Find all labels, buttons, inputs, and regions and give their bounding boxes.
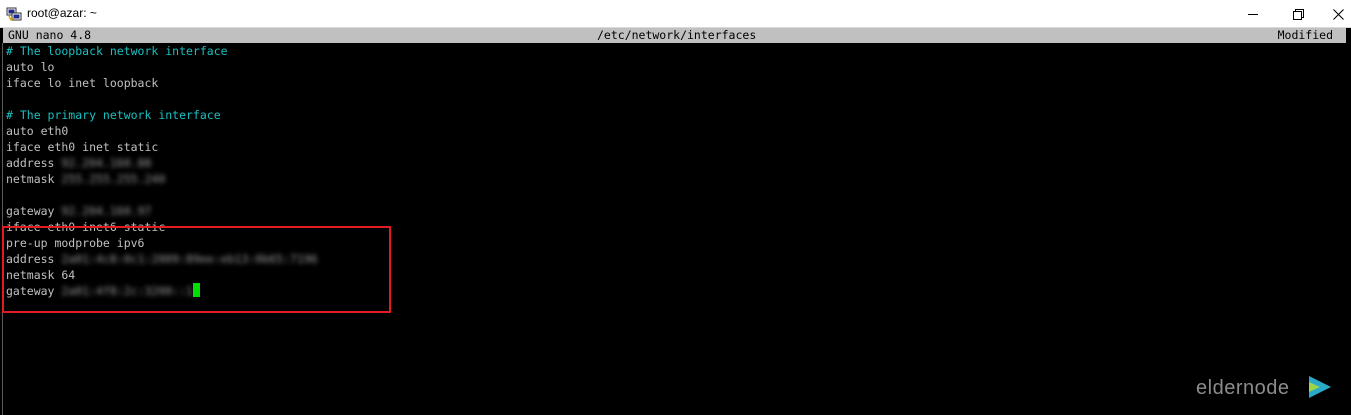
ipv6-highlight-box xyxy=(2,226,391,313)
title-bar[interactable]: root@azar: ~ xyxy=(0,0,1351,28)
config-key: netmask xyxy=(6,172,55,186)
line-text: iface eth0 inet static xyxy=(6,140,159,154)
line-text: iface lo inet loopback xyxy=(6,76,159,90)
window-title: root@azar: ~ xyxy=(27,6,97,20)
editor-line[interactable]: iface eth0 inet static xyxy=(6,139,158,155)
terminal-window: root@azar: ~ GNU nano 4.8 /etc/network/i… xyxy=(0,0,1351,415)
nano-header-bar: GNU nano 4.8 /etc/network/interfaces Mod… xyxy=(3,28,1346,43)
config-key: gateway xyxy=(6,204,55,218)
eldernode-watermark: eldernode xyxy=(1196,373,1336,405)
nano-status: Modified xyxy=(1277,28,1333,42)
config-key: address xyxy=(6,156,55,170)
editor-line[interactable]: auto lo xyxy=(6,59,54,75)
editor-line[interactable]: # The loopback network interface xyxy=(6,43,228,59)
redacted-value: 92.204.160.97 xyxy=(61,204,152,218)
terminal-screen[interactable]: GNU nano 4.8 /etc/network/interfaces Mod… xyxy=(0,28,1351,415)
nano-version: GNU nano 4.8 xyxy=(8,28,92,42)
editor-line[interactable]: gateway 92.204.160.97 xyxy=(6,203,151,219)
line-text: auto lo xyxy=(6,60,55,74)
comment-text: # The loopback network interface xyxy=(6,44,228,58)
restore-button[interactable] xyxy=(1276,0,1320,28)
close-icon xyxy=(1332,8,1344,20)
editor-line[interactable]: auto eth0 xyxy=(6,123,68,139)
editor-line[interactable]: iface lo inet loopback xyxy=(6,75,158,91)
putty-icon xyxy=(6,7,22,22)
comment-text: # The primary network interface xyxy=(6,108,221,122)
minimize-icon xyxy=(1248,9,1258,19)
editor-line[interactable]: address 92.204.160.88 xyxy=(6,155,151,171)
restore-icon xyxy=(1292,8,1304,20)
watermark-text: eldernode xyxy=(1196,377,1290,399)
close-button[interactable] xyxy=(1316,0,1351,28)
editor-line[interactable]: # The primary network interface xyxy=(6,107,221,123)
eldernode-logo-icon xyxy=(1306,373,1334,406)
nano-filename: /etc/network/interfaces xyxy=(597,28,757,42)
redacted-value: 255.255.255.240 xyxy=(61,172,166,186)
minimize-button[interactable] xyxy=(1231,0,1275,28)
line-text: auto eth0 xyxy=(6,124,69,138)
redacted-value: 92.204.160.88 xyxy=(61,156,152,170)
editor-line[interactable]: netmask 255.255.255.240 xyxy=(6,171,165,187)
